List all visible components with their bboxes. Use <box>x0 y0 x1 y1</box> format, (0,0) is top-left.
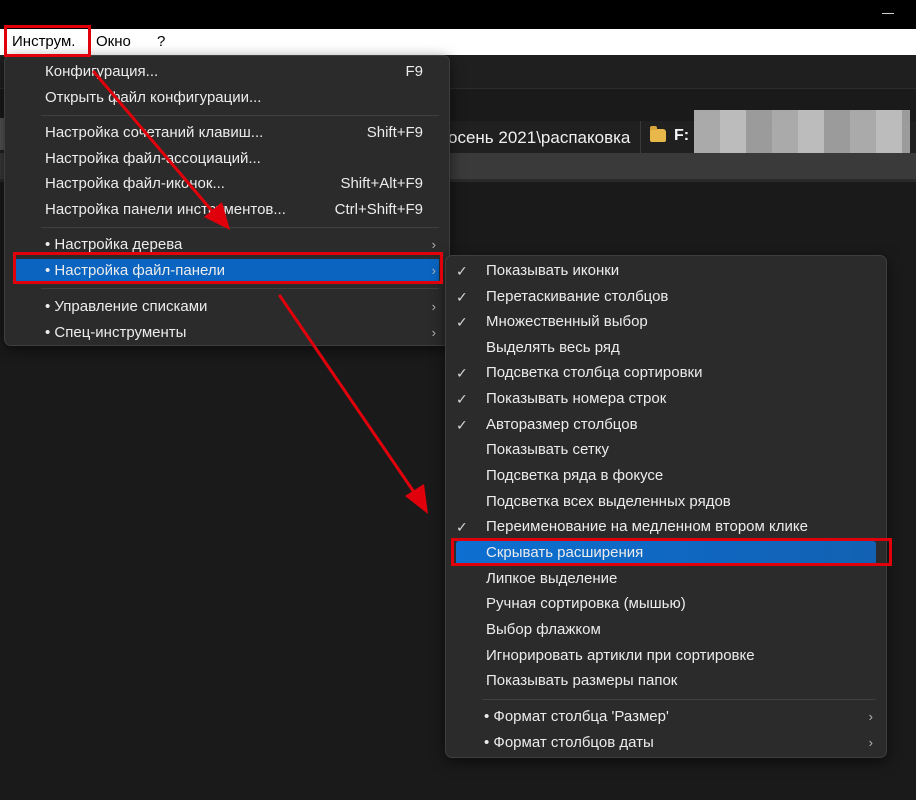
annotation-arrow-2 <box>278 294 420 500</box>
annotation-arrowhead-2 <box>405 484 428 514</box>
annotation-arrows <box>92 70 428 514</box>
annotation-arrow-1 <box>92 70 220 220</box>
